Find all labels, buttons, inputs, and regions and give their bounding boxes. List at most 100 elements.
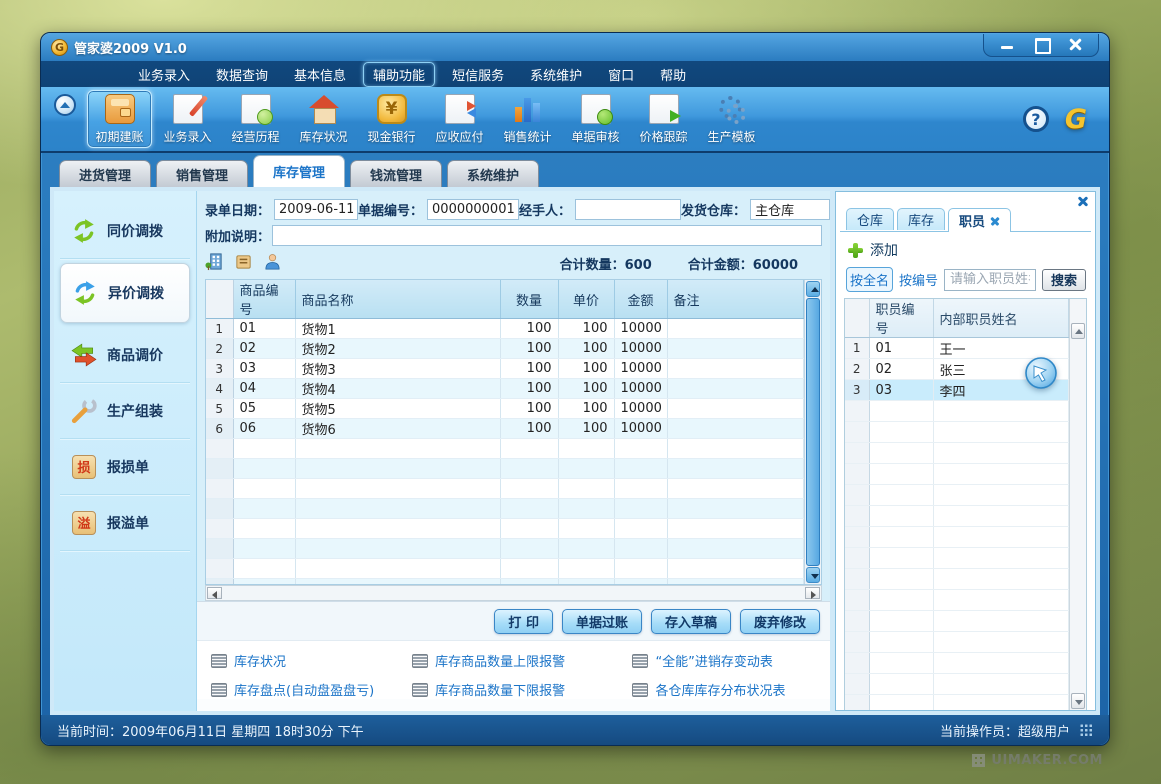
cell[interactable]: 10000 — [614, 419, 667, 439]
sidebar-item-product-reprice[interactable]: 商品调价 — [60, 327, 190, 383]
cell[interactable] — [667, 379, 804, 399]
search-button[interactable]: 搜索 — [1042, 269, 1086, 291]
cell[interactable]: 10000 — [614, 359, 667, 379]
scroll-left-button[interactable] — [207, 587, 222, 599]
maximize-button[interactable] — [1032, 38, 1050, 50]
menu-item-system-maintenance[interactable]: 系统维护 — [521, 63, 591, 86]
tab-close-icon[interactable] — [990, 216, 1000, 226]
tab-inventory[interactable]: 库存 — [897, 208, 945, 230]
cell[interactable] — [667, 399, 804, 419]
scroll-down-button[interactable] — [806, 567, 820, 583]
cell[interactable] — [667, 339, 804, 359]
table-row[interactable]: 202货物210010010000 — [206, 339, 804, 359]
toolbar-item-business-history[interactable]: 经营历程 — [223, 90, 288, 148]
cell[interactable]: 100 — [500, 419, 558, 439]
doc-number-input[interactable] — [427, 199, 519, 220]
table-row[interactable] — [206, 479, 804, 499]
tab-warehouse[interactable]: 仓库 — [846, 208, 894, 230]
toolbar-item-production-template[interactable]: 生产模板 — [699, 90, 764, 148]
cell[interactable]: 货物3 — [295, 359, 500, 379]
menu-item-data-query[interactable]: 数据查询 — [207, 63, 277, 86]
staff-row[interactable] — [845, 653, 1069, 674]
menu-item-window[interactable]: 窗口 — [599, 63, 643, 86]
table-row[interactable] — [206, 499, 804, 519]
link-inventory-status[interactable]: 库存状况 — [211, 651, 412, 670]
discard-changes-button[interactable]: 废弃修改 — [740, 609, 820, 634]
table-row[interactable] — [206, 519, 804, 539]
cell[interactable]: 100 — [558, 399, 614, 419]
table-row[interactable]: 404货物410010010000 — [206, 379, 804, 399]
toolbar-item-cash-bank[interactable]: ¥ 现金银行 — [359, 90, 424, 148]
horizontal-scrollbar[interactable] — [205, 585, 822, 601]
cell[interactable]: 100 — [558, 339, 614, 359]
toolbar-item-sales-stats[interactable]: 销售统计 — [495, 90, 560, 148]
staff-row[interactable] — [845, 674, 1069, 695]
cell[interactable]: 03 — [869, 380, 933, 401]
cell[interactable]: 100 — [500, 339, 558, 359]
table-row[interactable]: 606货物610010010000 — [206, 419, 804, 439]
table-row[interactable]: 505货物510010010000 — [206, 399, 804, 419]
table-row[interactable] — [206, 459, 804, 479]
table-row[interactable] — [206, 539, 804, 559]
cell[interactable]: 04 — [233, 379, 295, 399]
sidebar-item-loss-report[interactable]: 损 报损单 — [60, 439, 190, 495]
cell[interactable]: 02 — [233, 339, 295, 359]
staff-row[interactable] — [845, 611, 1069, 632]
tab-sales-management[interactable]: 销售管理 — [156, 160, 248, 187]
menu-item-business-entry[interactable]: 业务录入 — [129, 63, 199, 86]
link-almighty-change-report[interactable]: “全能”进销存变动表 — [632, 651, 824, 670]
scroll-right-button[interactable] — [805, 587, 820, 599]
staff-row[interactable] — [845, 401, 1069, 422]
print-button[interactable]: 打 印 — [494, 609, 553, 634]
cell[interactable]: 货物1 — [295, 319, 500, 339]
toolbar-item-initial-setup[interactable]: 初期建账 — [87, 90, 152, 148]
cell[interactable]: 10000 — [614, 379, 667, 399]
cell[interactable]: 05 — [233, 399, 295, 419]
scrollbar-thumb[interactable] — [806, 298, 820, 566]
cell[interactable]: 货物2 — [295, 339, 500, 359]
staff-row[interactable] — [845, 464, 1069, 485]
collapse-toolbar-button[interactable] — [54, 94, 76, 116]
cell[interactable]: 06 — [233, 419, 295, 439]
note-input[interactable] — [272, 225, 822, 246]
staff-row[interactable] — [845, 443, 1069, 464]
menu-item-sms-service[interactable]: 短信服务 — [443, 63, 513, 86]
menu-item-help[interactable]: 帮助 — [651, 63, 695, 86]
cell[interactable]: 100 — [558, 419, 614, 439]
scroll-up-button[interactable] — [806, 281, 820, 297]
table-row[interactable] — [206, 439, 804, 459]
sidebar-item-diff-price-transfer[interactable]: 异价调拨 — [60, 263, 190, 323]
tab-cashflow-management[interactable]: 钱流管理 — [350, 160, 442, 187]
warehouse-input[interactable] — [750, 199, 830, 220]
staff-row[interactable] — [845, 422, 1069, 443]
sidebar-item-production-assembly[interactable]: 生产组装 — [60, 383, 190, 439]
tab-purchase-management[interactable]: 进货管理 — [59, 160, 151, 187]
package-icon[interactable] — [234, 252, 253, 275]
filter-by-code[interactable]: 按编号 — [899, 270, 938, 289]
cell[interactable]: 02 — [869, 359, 933, 380]
cell[interactable] — [667, 419, 804, 439]
staff-row[interactable] — [845, 569, 1069, 590]
cell[interactable] — [667, 359, 804, 379]
link-upper-limit-alert[interactable]: 库存商品数量上限报警 — [412, 651, 632, 670]
resize-grip[interactable] — [1080, 724, 1093, 737]
cell[interactable] — [667, 319, 804, 339]
entry-date-input[interactable] — [274, 199, 358, 220]
cell[interactable]: 100 — [500, 359, 558, 379]
handler-input[interactable] — [575, 199, 681, 220]
tab-inventory-management[interactable]: 库存管理 — [253, 155, 345, 187]
link-stocktake[interactable]: 库存盘点(自动盘盈盘亏) — [211, 680, 412, 699]
cell[interactable]: 100 — [558, 319, 614, 339]
vertical-scrollbar[interactable] — [804, 280, 821, 584]
staff-row[interactable] — [845, 527, 1069, 548]
table-row[interactable]: 101货物110010010000 — [206, 319, 804, 339]
toolbar-item-business-entry[interactable]: 业务录入 — [155, 90, 220, 148]
table-row[interactable]: 303货物310010010000 — [206, 359, 804, 379]
cell[interactable]: 100 — [500, 399, 558, 419]
add-staff-button[interactable]: 添加 — [844, 238, 1087, 267]
cell[interactable]: 货物5 — [295, 399, 500, 419]
minimize-button[interactable] — [998, 38, 1016, 50]
person-icon[interactable] — [263, 252, 282, 275]
toolbar-item-receivable-payable[interactable]: 应收应付 — [427, 90, 492, 148]
filter-by-fullname[interactable]: 按全名 — [846, 267, 893, 292]
